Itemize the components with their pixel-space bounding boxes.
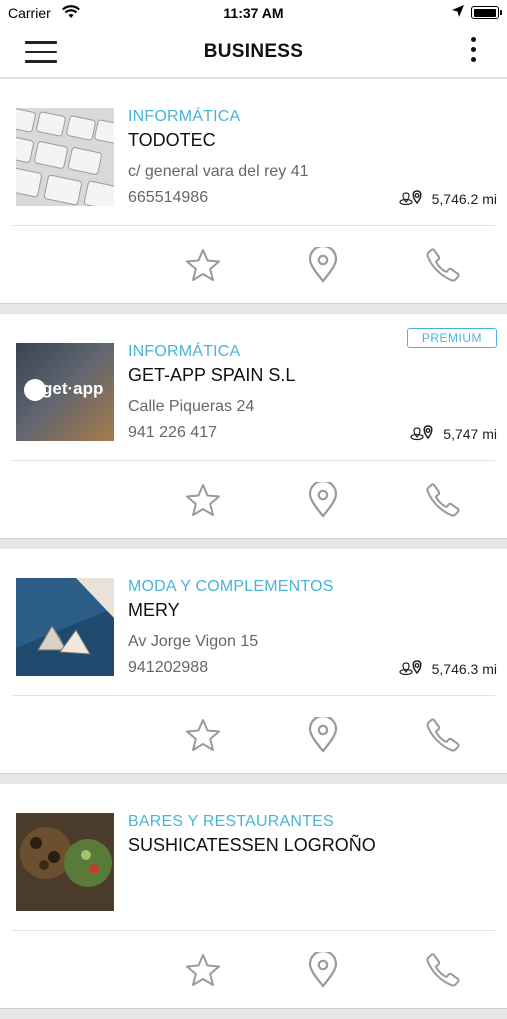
card-actions <box>0 696 507 773</box>
more-options-icon[interactable] <box>469 37 477 67</box>
map-location-button[interactable] <box>304 246 342 284</box>
business-card[interactable]: INFORMÁTICA TODOTEC c/ general vara del … <box>0 79 507 304</box>
distance-info: 5,746.2 mi <box>398 187 497 210</box>
distance-value: 5,746.3 mi <box>431 660 497 677</box>
distance-pin-icon <box>398 657 428 680</box>
map-location-button[interactable] <box>304 481 342 519</box>
business-name: MERY <box>128 600 180 620</box>
business-card[interactable]: BARES Y RESTAURANTES SUSHICATESSEN LOGRO… <box>0 784 507 1009</box>
star-icon <box>186 719 220 751</box>
map-pin-icon <box>308 952 338 988</box>
business-info[interactable]: BARES Y RESTAURANTES SUSHICATESSEN LOGRO… <box>0 784 507 931</box>
distance-info: 5,746.3 mi <box>398 657 497 680</box>
map-pin-icon <box>308 482 338 518</box>
business-card[interactable]: MODA Y COMPLEMENTOS MERY Av Jorge Vigon … <box>0 549 507 774</box>
business-thumbnail <box>16 813 114 911</box>
card-actions <box>0 461 507 538</box>
map-pin-icon <box>308 247 338 283</box>
phone-icon <box>426 248 460 282</box>
business-name: TODOTEC <box>128 130 216 150</box>
business-category: MODA Y COMPLEMENTOS <box>128 578 334 595</box>
app-bar: BUSINESS <box>0 26 507 78</box>
page-title: BUSINESS <box>203 41 304 62</box>
map-location-button[interactable] <box>304 716 342 754</box>
distance-pin-icon <box>409 422 439 445</box>
favorite-button[interactable] <box>184 716 222 754</box>
business-phone: 665514986 <box>128 189 209 206</box>
business-address: Av Jorge Vigon 15 <box>128 633 259 650</box>
location-arrow-icon <box>451 4 465 21</box>
business-name: GET-APP SPAIN S.L <box>128 365 296 385</box>
favorite-button[interactable] <box>184 246 222 284</box>
business-category: INFORMÁTICA <box>128 343 241 360</box>
business-thumbnail <box>16 578 114 676</box>
business-thumbnail: get·app <box>16 343 114 441</box>
logo-text: get·app <box>42 379 104 398</box>
distance-value: 5,747 mi <box>443 425 497 442</box>
favorite-button[interactable] <box>184 951 222 989</box>
distance-value: 5,746.2 mi <box>431 190 497 207</box>
status-bar: Carrier 11:37 AM <box>0 0 507 26</box>
clock: 11:37 AM <box>223 5 284 21</box>
business-category: BARES Y RESTAURANTES <box>128 813 334 830</box>
call-button[interactable] <box>424 481 462 519</box>
map-pin-icon <box>308 717 338 753</box>
business-list: INFORMÁTICA TODOTEC c/ general vara del … <box>0 79 507 1019</box>
business-info[interactable]: get·app PREMIUM INFORMÁTICA GET-APP SPAI… <box>0 314 507 461</box>
card-actions <box>0 931 507 1008</box>
business-thumbnail <box>16 108 114 206</box>
premium-badge: PREMIUM <box>406 328 497 348</box>
business-info[interactable]: INFORMÁTICA TODOTEC c/ general vara del … <box>0 79 507 226</box>
distance-pin-icon <box>398 187 428 210</box>
distance-info: 5,747 mi <box>409 422 497 445</box>
call-button[interactable] <box>424 951 462 989</box>
business-address: c/ general vara del rey 41 <box>128 163 309 180</box>
call-button[interactable] <box>424 246 462 284</box>
business-info[interactable]: MODA Y COMPLEMENTOS MERY Av Jorge Vigon … <box>0 549 507 696</box>
business-phone: 941 226 417 <box>128 424 217 441</box>
battery-icon <box>471 6 502 19</box>
business-address: Calle Piqueras 24 <box>128 398 255 415</box>
phone-icon <box>426 718 460 752</box>
star-icon <box>186 954 220 986</box>
star-icon <box>186 249 220 281</box>
card-actions <box>0 226 507 303</box>
business-card[interactable]: get·app PREMIUM INFORMÁTICA GET-APP SPAI… <box>0 314 507 539</box>
call-button[interactable] <box>424 716 462 754</box>
business-name: SUSHICATESSEN LOGROÑO <box>128 835 376 855</box>
map-location-button[interactable] <box>304 951 342 989</box>
favorite-button[interactable] <box>184 481 222 519</box>
business-phone: 941202988 <box>128 659 209 676</box>
phone-icon <box>426 483 460 517</box>
phone-icon <box>426 953 460 987</box>
business-category: INFORMÁTICA <box>128 108 241 125</box>
star-icon <box>186 484 220 516</box>
